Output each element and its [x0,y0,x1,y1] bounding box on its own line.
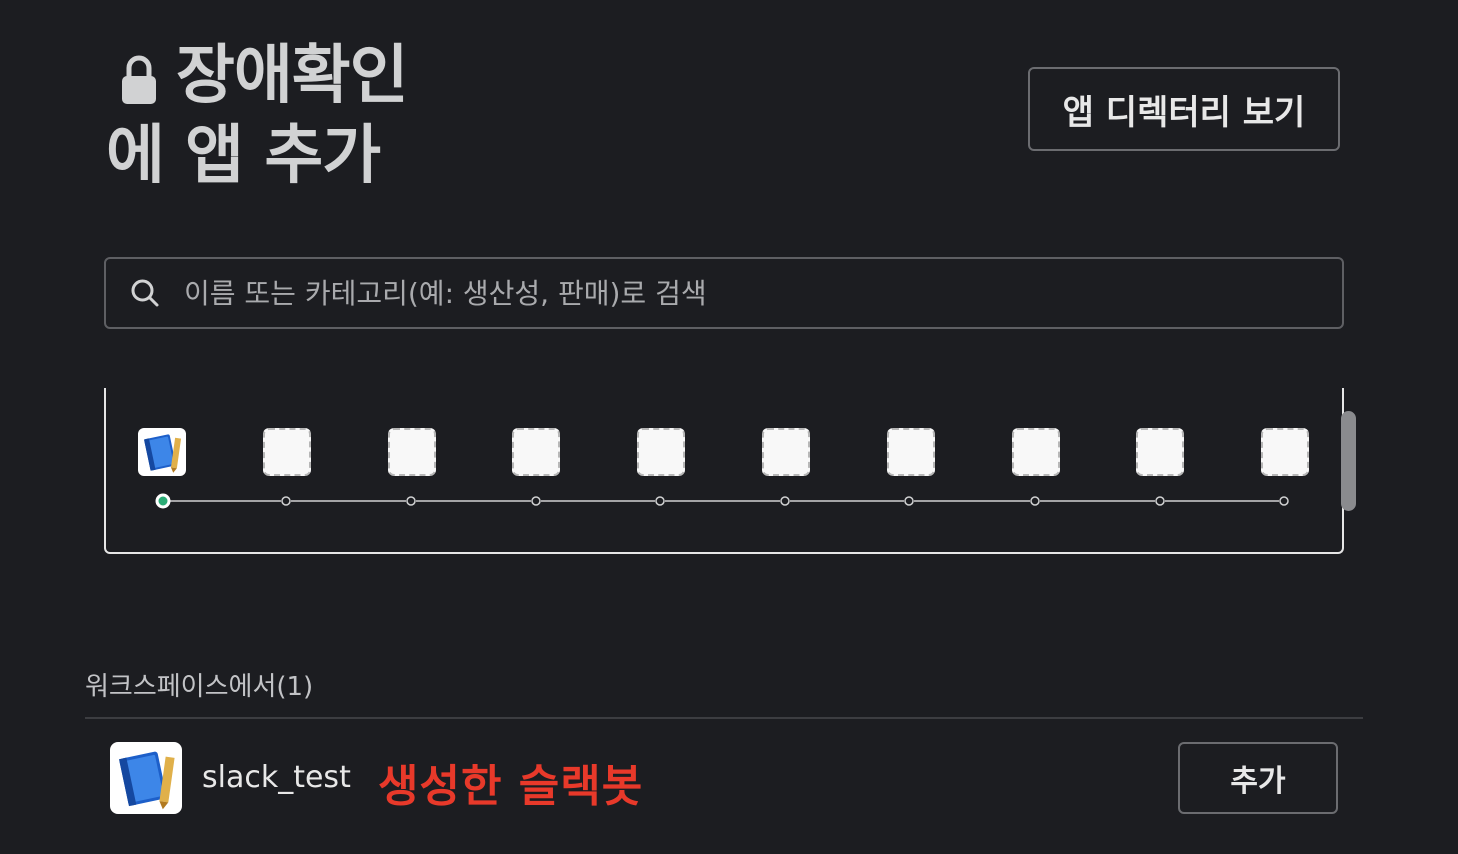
step-tile-empty[interactable] [1012,428,1060,476]
step-dot [281,496,291,506]
app-row: slack_test 생성한 슬랙봇 추가 [110,742,1340,814]
search-icon [131,279,159,307]
step-dot [655,496,665,506]
step-tile-empty[interactable] [762,428,810,476]
app-directory-button[interactable]: 앱 디렉터리 보기 [1028,67,1340,151]
channel-name: 장애확인 [176,39,409,113]
step-dot [780,496,790,506]
step-dot [406,496,416,506]
app-avatar [110,742,182,814]
app-name[interactable]: slack_test [202,760,351,795]
step-tile-empty[interactable] [388,428,436,476]
step-dot [904,496,914,506]
workspace-section-label: 워크스페이스에서(1) [85,672,314,702]
title-suffix: 에 앱 추가 [106,119,381,193]
lock-icon [122,55,156,104]
step-tile-empty[interactable] [637,428,685,476]
step-dot [1155,496,1165,506]
step-tile-empty[interactable] [512,428,560,476]
step-dot [1030,496,1040,506]
step-tile-app[interactable] [138,428,186,476]
search-bar[interactable] [104,257,1344,329]
annotation-text: 생성한 슬랙봇 [378,761,644,812]
step-tile-empty[interactable] [1261,428,1309,476]
divider [85,717,1363,719]
scrollbar-thumb[interactable] [1341,411,1356,511]
step-dot-active [155,493,171,509]
step-dot [531,496,541,506]
step-tile-empty[interactable] [263,428,311,476]
step-timeline [155,493,1289,509]
notebook-app-icon [119,751,175,810]
step-tile-empty[interactable] [887,428,935,476]
step-tile-empty[interactable] [1136,428,1184,476]
step-dot [1279,496,1289,506]
add-app-button[interactable]: 추가 [1178,742,1338,814]
notebook-app-icon [144,434,182,473]
page-title: 장애확인 에 앱 추가 [106,36,409,196]
search-input[interactable] [182,275,1342,311]
